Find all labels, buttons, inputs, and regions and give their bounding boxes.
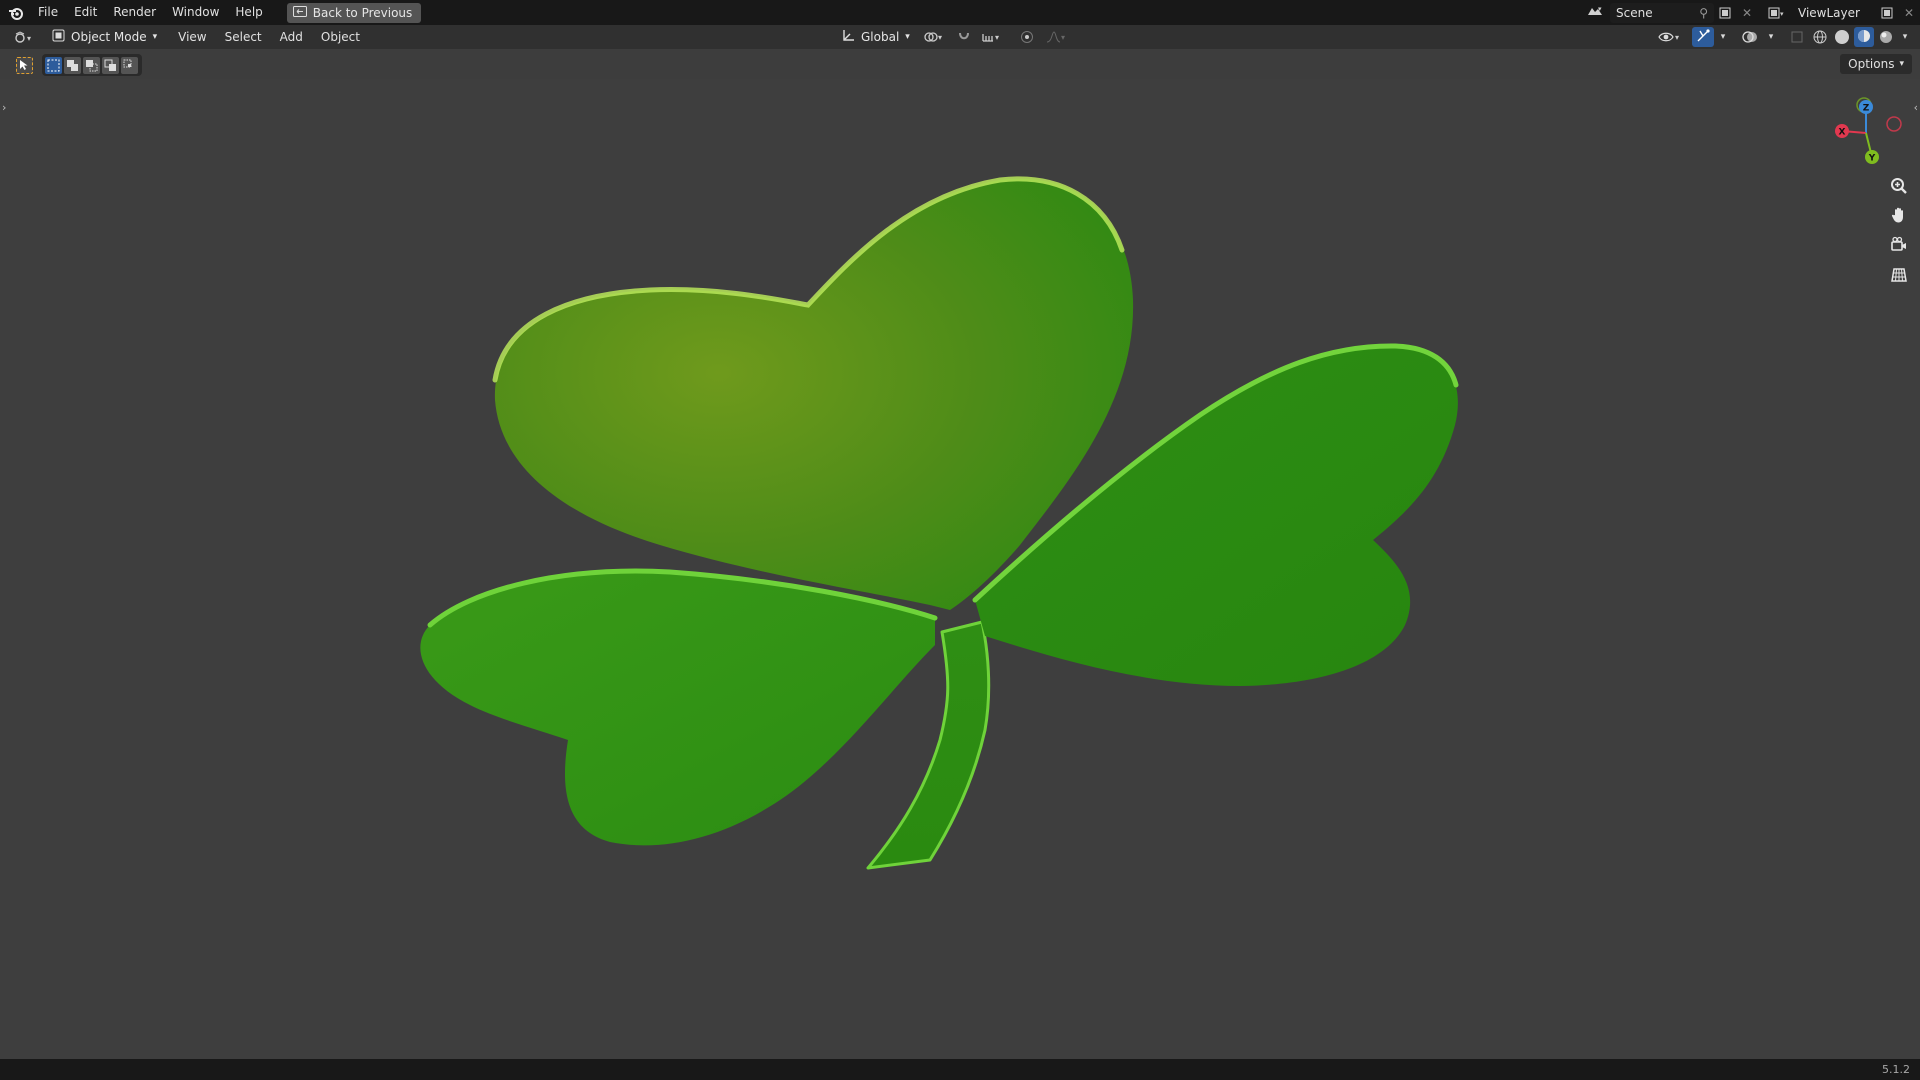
chevron-down-icon: ▾ <box>1899 59 1904 69</box>
gizmo-dropdown[interactable]: ▾ <box>1716 27 1730 47</box>
orientation-icon <box>842 29 855 45</box>
chevron-down-icon: ▾ <box>905 32 910 42</box>
view-layer-name: ViewLayer <box>1798 5 1860 20</box>
svg-text:▾: ▾ <box>1061 33 1065 42</box>
back-to-previous-button[interactable]: Back to Previous <box>286 2 422 23</box>
menu-select[interactable]: Select <box>216 25 271 49</box>
rendered-icon[interactable] <box>1876 27 1896 47</box>
transform-orientation-select[interactable]: Global ▾ <box>836 27 916 47</box>
overlay-icon[interactable] <box>1738 27 1762 47</box>
navigation-gizmo[interactable]: Z X Y <box>1826 93 1906 173</box>
falloff-icon[interactable]: ▾ <box>1042 27 1072 47</box>
select-cursor-icon[interactable] <box>15 56 33 74</box>
menu-help[interactable]: Help <box>227 0 270 25</box>
active-tool-group <box>12 54 36 76</box>
zoom-icon[interactable] <box>1886 173 1912 199</box>
solid-icon[interactable] <box>1832 27 1852 47</box>
pin-icon[interactable]: ⚲ <box>1699 6 1708 20</box>
gizmo-x-label: X <box>1839 128 1846 138</box>
transform-pivot-icon[interactable]: ▾ <box>920 27 950 47</box>
view-layer-icon[interactable]: ▾ <box>1762 3 1792 23</box>
svg-text:▾: ▾ <box>1598 5 1602 13</box>
select-invert-icon[interactable] <box>102 56 119 74</box>
blender-logo-icon[interactable] <box>2 0 30 25</box>
back-to-previous-label: Back to Previous <box>312 5 413 20</box>
object-mode-label: Object Mode <box>71 30 147 44</box>
shading-dropdown[interactable]: ▾ <box>1898 27 1912 47</box>
svg-text:▾: ▾ <box>27 34 31 43</box>
scene-icon: ▾ <box>1586 5 1604 20</box>
viewport-header: ▾ Object Mode ▾ View Select Add Object G… <box>0 25 1920 49</box>
status-bar: 5.1.2 <box>0 1059 1920 1080</box>
object-mode-icon <box>52 29 65 45</box>
options-dropdown[interactable]: Options ▾ <box>1840 54 1912 74</box>
svg-text:▾: ▾ <box>1675 33 1679 42</box>
new-view-layer-icon[interactable] <box>1876 3 1898 23</box>
hand-pan-icon[interactable] <box>1886 202 1912 228</box>
editor-type-icon[interactable]: ▾ <box>8 27 42 47</box>
shamrock-model[interactable] <box>0 79 1920 1059</box>
menu-object[interactable]: Object <box>312 25 369 49</box>
close-icon[interactable]: ✕ <box>1736 3 1758 23</box>
visibility-icon[interactable]: ▾ <box>1654 27 1686 47</box>
version-label: 5.1.2 <box>1882 1063 1910 1076</box>
top-menubar: File Edit Render Window Help Back to Pre… <box>0 0 1920 25</box>
orientation-label: Global <box>861 30 900 44</box>
scene-selector-button[interactable]: ▾ <box>1580 3 1610 23</box>
svg-text:▾: ▾ <box>938 33 942 42</box>
svg-text:▾: ▾ <box>1780 10 1784 18</box>
xray-icon[interactable] <box>1786 27 1808 47</box>
3d-viewport[interactable]: › ‹ Z X Y <box>0 79 1920 1059</box>
menu-add[interactable]: Add <box>271 25 312 49</box>
chevron-down-icon: ▾ <box>152 32 158 42</box>
menu-window[interactable]: Window <box>164 0 227 25</box>
menu-file[interactable]: File <box>30 0 66 25</box>
select-subtract-icon[interactable] <box>83 56 100 74</box>
select-extend-icon[interactable] <box>64 56 81 74</box>
snap-target-icon[interactable]: ▾ <box>978 27 1006 47</box>
proportional-edit-icon[interactable] <box>1016 27 1038 47</box>
gizmo-icon <box>1696 28 1710 46</box>
scene-name-field[interactable]: Scene ⚲ <box>1610 2 1714 23</box>
tool-settings-row: Options ▾ <box>0 49 1920 79</box>
camera-icon[interactable] <box>1886 232 1912 258</box>
gizmo-z-label: Z <box>1863 104 1870 114</box>
gizmo-y-label: Y <box>1868 154 1876 164</box>
gizmo-toggle-button[interactable] <box>1692 27 1714 47</box>
object-mode-select[interactable]: Object Mode ▾ <box>46 27 163 47</box>
selection-mode-group <box>42 54 142 76</box>
wireframe-icon[interactable] <box>1810 27 1830 47</box>
grid-icon[interactable] <box>1886 262 1912 288</box>
material-icon <box>1857 29 1871 46</box>
select-intersect-icon[interactable] <box>121 56 138 74</box>
options-label: Options <box>1848 57 1895 71</box>
menu-edit[interactable]: Edit <box>66 0 105 25</box>
material-preview-button[interactable] <box>1854 27 1874 47</box>
back-icon <box>292 5 307 20</box>
new-scene-icon[interactable] <box>1714 3 1736 23</box>
remove-view-layer-icon[interactable]: ✕ <box>1898 3 1920 23</box>
svg-text:▾: ▾ <box>995 33 999 42</box>
overlay-dropdown[interactable]: ▾ <box>1764 27 1778 47</box>
view-layer-field[interactable]: ViewLayer <box>1792 2 1876 23</box>
scene-name: Scene <box>1616 5 1653 20</box>
menu-view[interactable]: View <box>169 25 215 49</box>
snap-icon[interactable] <box>954 27 974 47</box>
menu-render[interactable]: Render <box>105 0 164 25</box>
select-new-icon[interactable] <box>45 56 62 74</box>
left-leaf <box>420 571 936 846</box>
